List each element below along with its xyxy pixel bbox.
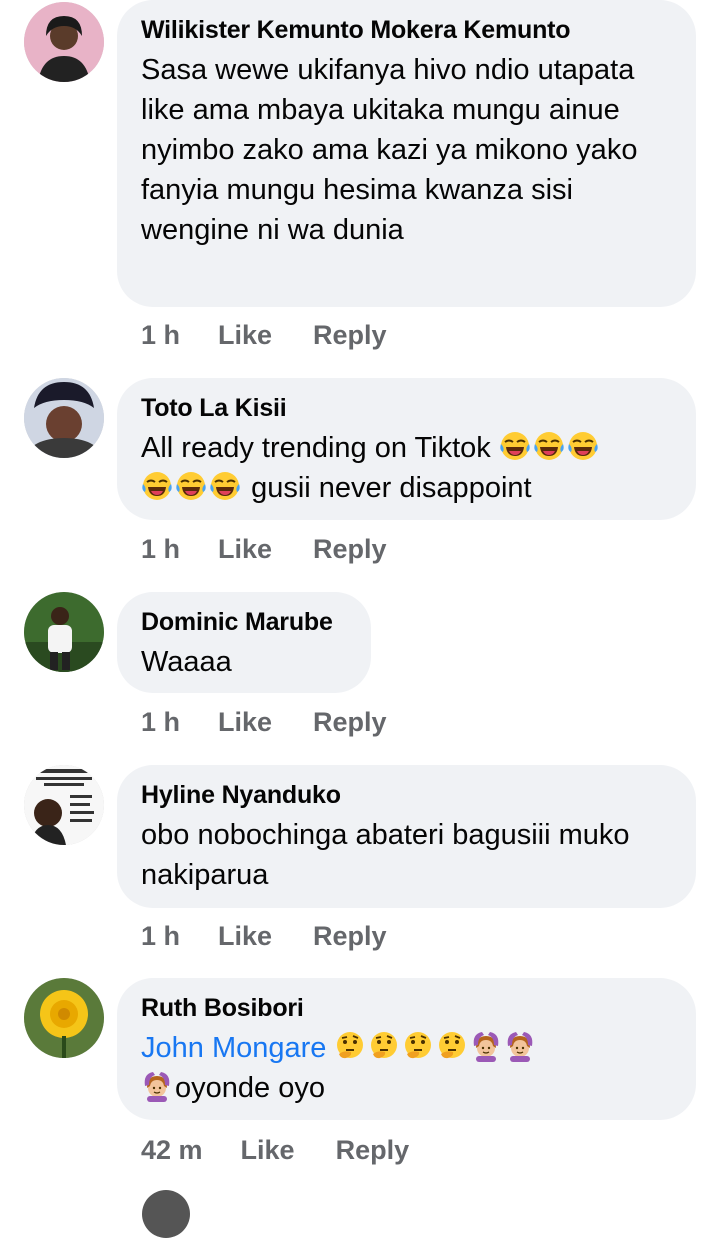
comment-actions: 1 h Like Reply	[141, 534, 387, 565]
comment-text: All ready trending on Tiktok gusii never…	[141, 428, 672, 508]
thinking-face-emoji	[334, 1030, 366, 1062]
thinking-face-emoji	[436, 1030, 468, 1062]
laughing-crying-emoji	[499, 430, 531, 462]
mention-link[interactable]: John Mongare	[141, 1032, 326, 1064]
avatar[interactable]	[142, 1190, 190, 1238]
laughing-crying-emoji	[209, 470, 241, 502]
avatar[interactable]	[24, 378, 104, 458]
person-gesturing-ok-emoji	[504, 1030, 536, 1062]
comment-bubble: Ruth Bosibori John Mongare oyonde oyo	[117, 978, 696, 1120]
comment-text: obo nobochinga abateri bagusiii muko nak…	[141, 819, 630, 891]
comment-author[interactable]: Wilikister Kemunto Mokera Kemunto	[141, 14, 672, 46]
comment-actions: 1 h Like Reply	[141, 320, 387, 351]
comment-actions: 1 h Like Reply	[141, 921, 387, 952]
comment-time[interactable]: 1 h	[141, 534, 180, 565]
comment-bubble: Hyline Nyanduko obo nobochinga abateri b…	[117, 765, 696, 908]
comment-author[interactable]: Toto La Kisii	[141, 392, 672, 424]
comment-time[interactable]: 1 h	[141, 320, 180, 351]
laughing-crying-emoji	[567, 430, 599, 462]
like-button[interactable]: Like	[241, 1135, 295, 1166]
laughing-crying-emoji	[141, 470, 173, 502]
reply-button[interactable]: Reply	[313, 320, 387, 351]
avatar[interactable]	[24, 765, 104, 845]
like-button[interactable]: Like	[218, 921, 272, 952]
comment-time[interactable]: 42 m	[141, 1135, 203, 1166]
thinking-face-emoji	[402, 1030, 434, 1062]
comment-bubble: Wilikister Kemunto Mokera Kemunto Sasa w…	[117, 0, 696, 307]
reply-button[interactable]: Reply	[336, 1135, 410, 1166]
person-gesturing-ok-emoji	[470, 1030, 502, 1062]
reply-button[interactable]: Reply	[313, 707, 387, 738]
avatar[interactable]	[24, 2, 104, 82]
reply-button[interactable]: Reply	[313, 921, 387, 952]
comment-bubble: Toto La Kisii All ready trending on Tikt…	[117, 378, 696, 520]
like-button[interactable]: Like	[218, 320, 272, 351]
comment-author[interactable]: Dominic Marube	[141, 606, 347, 638]
comment-actions: 42 m Like Reply	[141, 1135, 409, 1166]
like-button[interactable]: Like	[218, 707, 272, 738]
avatar[interactable]	[24, 592, 104, 672]
laughing-crying-emoji	[533, 430, 565, 462]
comment-bubble: Dominic Marube Waaaa	[117, 592, 371, 693]
reply-button[interactable]: Reply	[313, 534, 387, 565]
person-gesturing-ok-emoji	[141, 1070, 173, 1102]
comment-actions: 1 h Like Reply	[141, 707, 387, 738]
thinking-face-emoji	[368, 1030, 400, 1062]
comment-text: Waaaa	[141, 646, 232, 678]
comment-text: Sasa wewe ukifanya hivo ndio utapata lik…	[141, 54, 638, 246]
comment-text-part: gusii never disappoint	[251, 472, 532, 504]
comment-text-part: All ready trending on Tiktok	[141, 432, 491, 464]
avatar[interactable]	[24, 978, 104, 1058]
comment-author[interactable]: Ruth Bosibori	[141, 992, 672, 1024]
like-button[interactable]: Like	[218, 534, 272, 565]
laughing-crying-emoji	[175, 470, 207, 502]
comment-time[interactable]: 1 h	[141, 707, 180, 738]
comment-time[interactable]: 1 h	[141, 921, 180, 952]
comment-author[interactable]: Hyline Nyanduko	[141, 779, 672, 811]
comment-text: John Mongare oyonde oyo	[141, 1028, 672, 1108]
comment-text-part: oyonde oyo	[175, 1072, 325, 1104]
